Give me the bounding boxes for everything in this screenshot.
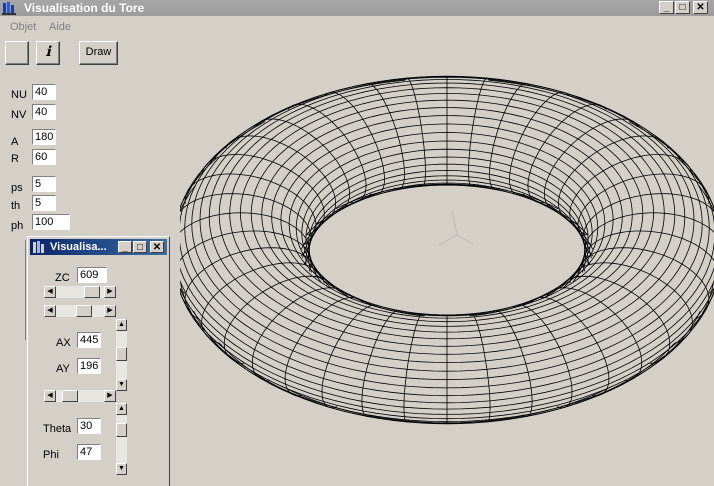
axis-gizmo xyxy=(438,209,474,246)
child-window: Visualisa... _ □ ✕ ZC 609 ◀ ▶ ◀ ▶ AX 445… xyxy=(27,236,170,486)
ps-field[interactable]: 5 xyxy=(32,176,56,192)
scroll-up-arrow-icon[interactable]: ▲ xyxy=(116,319,127,331)
ay-label: AY xyxy=(56,363,70,375)
ax-slider-thumb[interactable] xyxy=(62,390,78,402)
title-bar: Visualisation du Tore _ □ ✕ xyxy=(0,0,714,16)
child-maximize-button[interactable]: □ xyxy=(133,241,147,253)
scroll-right-arrow-icon[interactable]: ▶ xyxy=(104,305,116,317)
maximize-button[interactable]: □ xyxy=(675,1,690,14)
menu-objet[interactable]: Objet xyxy=(10,21,36,33)
help-button[interactable]: ℹ xyxy=(36,41,60,65)
ay-slider-thumb[interactable] xyxy=(116,347,127,361)
nu-label: NU xyxy=(11,89,27,101)
ay-field[interactable]: 196 xyxy=(77,358,101,374)
child-title: Visualisa... xyxy=(50,241,107,253)
th-field[interactable]: 5 xyxy=(32,195,56,211)
zc-label: ZC xyxy=(55,272,70,284)
zc-slider[interactable]: ◀ ▶ xyxy=(44,286,116,298)
window-title: Visualisation du Tore xyxy=(24,1,145,15)
meridian-line xyxy=(180,230,312,294)
minimize-button[interactable]: _ xyxy=(659,1,674,14)
scroll-right-arrow-icon[interactable]: ▶ xyxy=(104,390,116,402)
menu-bar: Objet Aide xyxy=(0,18,714,36)
scroll-left-arrow-icon[interactable]: ◀ xyxy=(44,286,56,298)
menu-aide[interactable]: Aide xyxy=(49,21,71,33)
draw-button[interactable]: Draw xyxy=(79,41,118,65)
panel-separator xyxy=(25,240,26,340)
info-icon: ℹ xyxy=(45,44,51,60)
torus-mesh xyxy=(180,75,714,425)
meridian-line xyxy=(577,247,710,320)
torus-view[interactable] xyxy=(180,40,714,486)
meridian-line xyxy=(584,212,714,265)
ps-label: ps xyxy=(11,182,23,194)
phi-label: Phi xyxy=(43,449,59,461)
parallel-line xyxy=(300,184,594,250)
meridian-line xyxy=(569,262,693,344)
parallel-line xyxy=(306,184,588,236)
a-label: A xyxy=(11,136,19,148)
child-title-bar: Visualisa... _ □ ✕ xyxy=(30,239,167,255)
close-button[interactable]: ✕ xyxy=(693,1,708,14)
meridian-line xyxy=(321,304,382,409)
child-close-button[interactable]: ✕ xyxy=(150,241,164,253)
ph-field[interactable]: 100 xyxy=(32,214,70,230)
ay-slider[interactable]: ▲ ▼ xyxy=(116,319,127,391)
scroll-left-arrow-icon[interactable]: ◀ xyxy=(44,305,56,317)
scroll-down-arrow-icon[interactable]: ▼ xyxy=(116,379,127,391)
meridian-line xyxy=(201,262,325,344)
scroll-right-arrow-icon[interactable]: ▶ xyxy=(104,286,116,298)
nv-field[interactable]: 40 xyxy=(32,104,56,120)
scroll-up-arrow-icon[interactable]: ▲ xyxy=(116,403,127,415)
app-icon xyxy=(2,2,16,15)
meridian-line xyxy=(184,247,317,320)
ph-label: ph xyxy=(11,220,24,232)
nv-label: NV xyxy=(11,109,27,121)
child-minimize-button[interactable]: _ xyxy=(118,241,132,253)
phi-field[interactable]: 47 xyxy=(77,444,101,460)
r-label: R xyxy=(11,153,19,165)
parallel-line xyxy=(308,169,586,283)
scroll-left-arrow-icon[interactable]: ◀ xyxy=(44,390,56,402)
zc-field[interactable]: 609 xyxy=(77,267,107,283)
zc-slider-thumb[interactable] xyxy=(84,286,100,298)
ax-slider[interactable]: ◀ ▶ xyxy=(44,390,116,402)
meridian-line xyxy=(225,135,337,224)
th-label: th xyxy=(11,200,21,212)
h-slider-thumb[interactable] xyxy=(76,305,92,317)
theta-label: Theta xyxy=(43,423,72,435)
theta-field[interactable]: 30 xyxy=(77,418,101,434)
ax-label: AX xyxy=(56,337,71,349)
r-field[interactable]: 60 xyxy=(32,149,56,165)
theta-phi-slider[interactable]: ▲ ▼ xyxy=(116,403,127,475)
child-app-icon xyxy=(33,241,44,253)
theta-phi-slider-thumb[interactable] xyxy=(116,423,127,437)
scroll-down-arrow-icon[interactable]: ▼ xyxy=(116,463,127,475)
parallel-line xyxy=(308,175,586,273)
nu-field[interactable]: 40 xyxy=(32,84,56,100)
blank-toolbar-button[interactable] xyxy=(5,41,29,65)
meridian-line xyxy=(180,212,310,265)
meridian-line xyxy=(512,304,573,409)
meridian-line xyxy=(582,230,714,294)
parallel-line xyxy=(302,182,592,259)
ax-field[interactable]: 445 xyxy=(77,332,101,348)
a-field[interactable]: 180 xyxy=(32,129,56,145)
meridian-line xyxy=(557,135,669,224)
h-slider[interactable]: ◀ ▶ xyxy=(44,305,116,317)
parallel-line xyxy=(305,179,589,266)
